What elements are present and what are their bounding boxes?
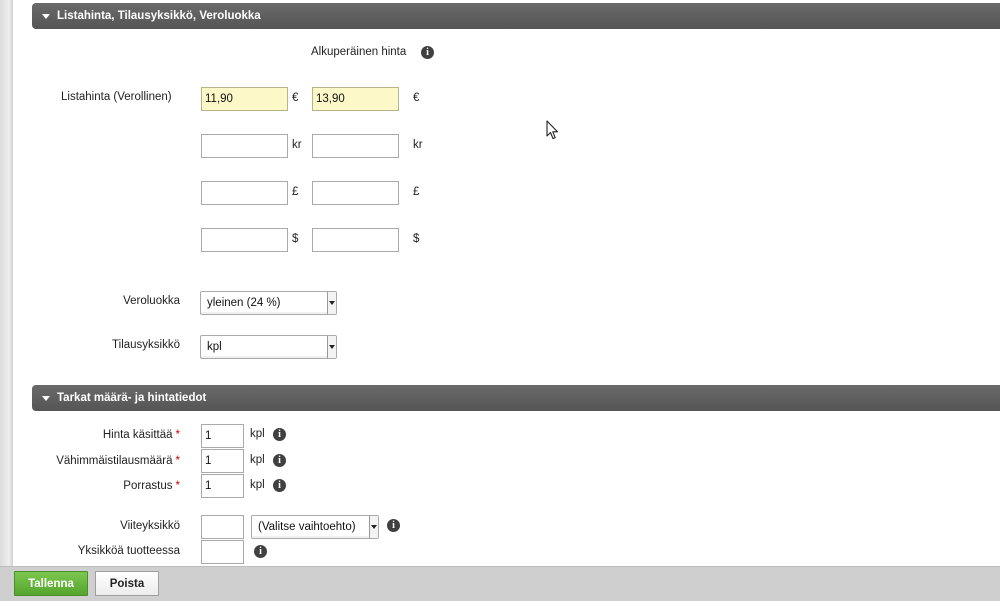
list-price-label: Listahinta (Verollinen) bbox=[61, 91, 172, 103]
required-marker: * bbox=[175, 480, 180, 492]
info-icon[interactable]: i bbox=[273, 454, 286, 467]
currency-eur-label: € bbox=[292, 92, 299, 104]
units-in-product-label: Yksikköä tuotteessa bbox=[77, 545, 180, 557]
currency-gbp-original-label: £ bbox=[413, 186, 420, 198]
order-unit-select[interactable]: kpl bbox=[200, 335, 337, 359]
original-price-usd-input[interactable] bbox=[312, 228, 399, 252]
reference-unit-selected-value: (Valitse vaihtoehto) bbox=[258, 521, 356, 533]
unit-kpl-label: kpl bbox=[250, 454, 265, 466]
list-price-eur-input[interactable] bbox=[201, 87, 288, 111]
list-price-gbp-input[interactable] bbox=[201, 181, 288, 205]
info-icon[interactable]: i bbox=[273, 479, 286, 492]
delete-button[interactable]: Poista bbox=[95, 571, 159, 596]
tax-class-select[interactable]: yleinen (24 %) bbox=[200, 291, 337, 315]
currency-usd-original-label: $ bbox=[413, 233, 420, 245]
currency-usd-label: $ bbox=[292, 233, 299, 245]
reference-unit-label: Viiteyksikkö bbox=[120, 520, 180, 532]
currency-gbp-label: £ bbox=[292, 186, 299, 198]
min-order-input[interactable] bbox=[201, 449, 244, 473]
section-header-quantity[interactable]: Tarkat määrä- ja hintatiedot bbox=[32, 385, 1000, 411]
list-price-kr-input[interactable] bbox=[201, 134, 288, 158]
original-price-eur-input[interactable] bbox=[312, 87, 399, 111]
info-icon[interactable]: i bbox=[387, 519, 400, 532]
left-edge-border bbox=[0, 0, 13, 600]
list-price-usd-input[interactable] bbox=[201, 228, 288, 252]
save-button[interactable]: Tallenna bbox=[14, 571, 88, 596]
section-title-quantity: Tarkat määrä- ja hintatiedot bbox=[57, 392, 207, 404]
order-unit-label: Tilausyksikkö bbox=[112, 339, 180, 351]
currency-eur-original-label: € bbox=[413, 92, 420, 104]
original-price-gbp-input[interactable] bbox=[312, 181, 399, 205]
info-icon[interactable]: i bbox=[273, 428, 286, 441]
original-price-label: Alkuperäinen hinta bbox=[311, 46, 407, 58]
info-icon[interactable]: i bbox=[421, 46, 434, 59]
section-header-price[interactable]: Listahinta, Tilausyksikkö, Veroluokka bbox=[32, 3, 1000, 29]
order-unit-selected-value: kpl bbox=[207, 341, 222, 353]
required-marker: * bbox=[175, 429, 180, 441]
required-marker: * bbox=[175, 455, 180, 467]
step-label: Porrastus * bbox=[123, 480, 180, 492]
original-price-kr-input[interactable] bbox=[312, 134, 399, 158]
mouse-cursor-icon bbox=[546, 120, 559, 140]
collapse-triangle-icon[interactable] bbox=[42, 396, 50, 401]
min-order-label: Vähimmäistilausmäärä * bbox=[56, 455, 180, 467]
currency-kr-original-label: kr bbox=[413, 139, 423, 151]
dropdown-arrow-icon[interactable] bbox=[369, 516, 378, 538]
dropdown-arrow-icon[interactable] bbox=[327, 336, 336, 358]
dropdown-arrow-icon[interactable] bbox=[327, 292, 336, 314]
units-in-product-input[interactable] bbox=[201, 540, 244, 564]
price-covers-label: Hinta käsittää * bbox=[102, 429, 180, 441]
reference-unit-input[interactable] bbox=[201, 515, 244, 539]
currency-kr-label: kr bbox=[292, 139, 302, 151]
unit-kpl-label: kpl bbox=[250, 428, 265, 440]
collapse-triangle-icon[interactable] bbox=[42, 14, 50, 19]
unit-kpl-label: kpl bbox=[250, 479, 265, 491]
step-input[interactable] bbox=[201, 474, 244, 498]
reference-unit-select[interactable]: (Valitse vaihtoehto) bbox=[251, 515, 379, 539]
section-title-price: Listahinta, Tilausyksikkö, Veroluokka bbox=[57, 10, 261, 22]
tax-class-selected-value: yleinen (24 %) bbox=[207, 297, 281, 309]
price-covers-input[interactable] bbox=[201, 424, 244, 448]
tax-class-label: Veroluokka bbox=[123, 295, 180, 307]
info-icon[interactable]: i bbox=[254, 545, 267, 558]
